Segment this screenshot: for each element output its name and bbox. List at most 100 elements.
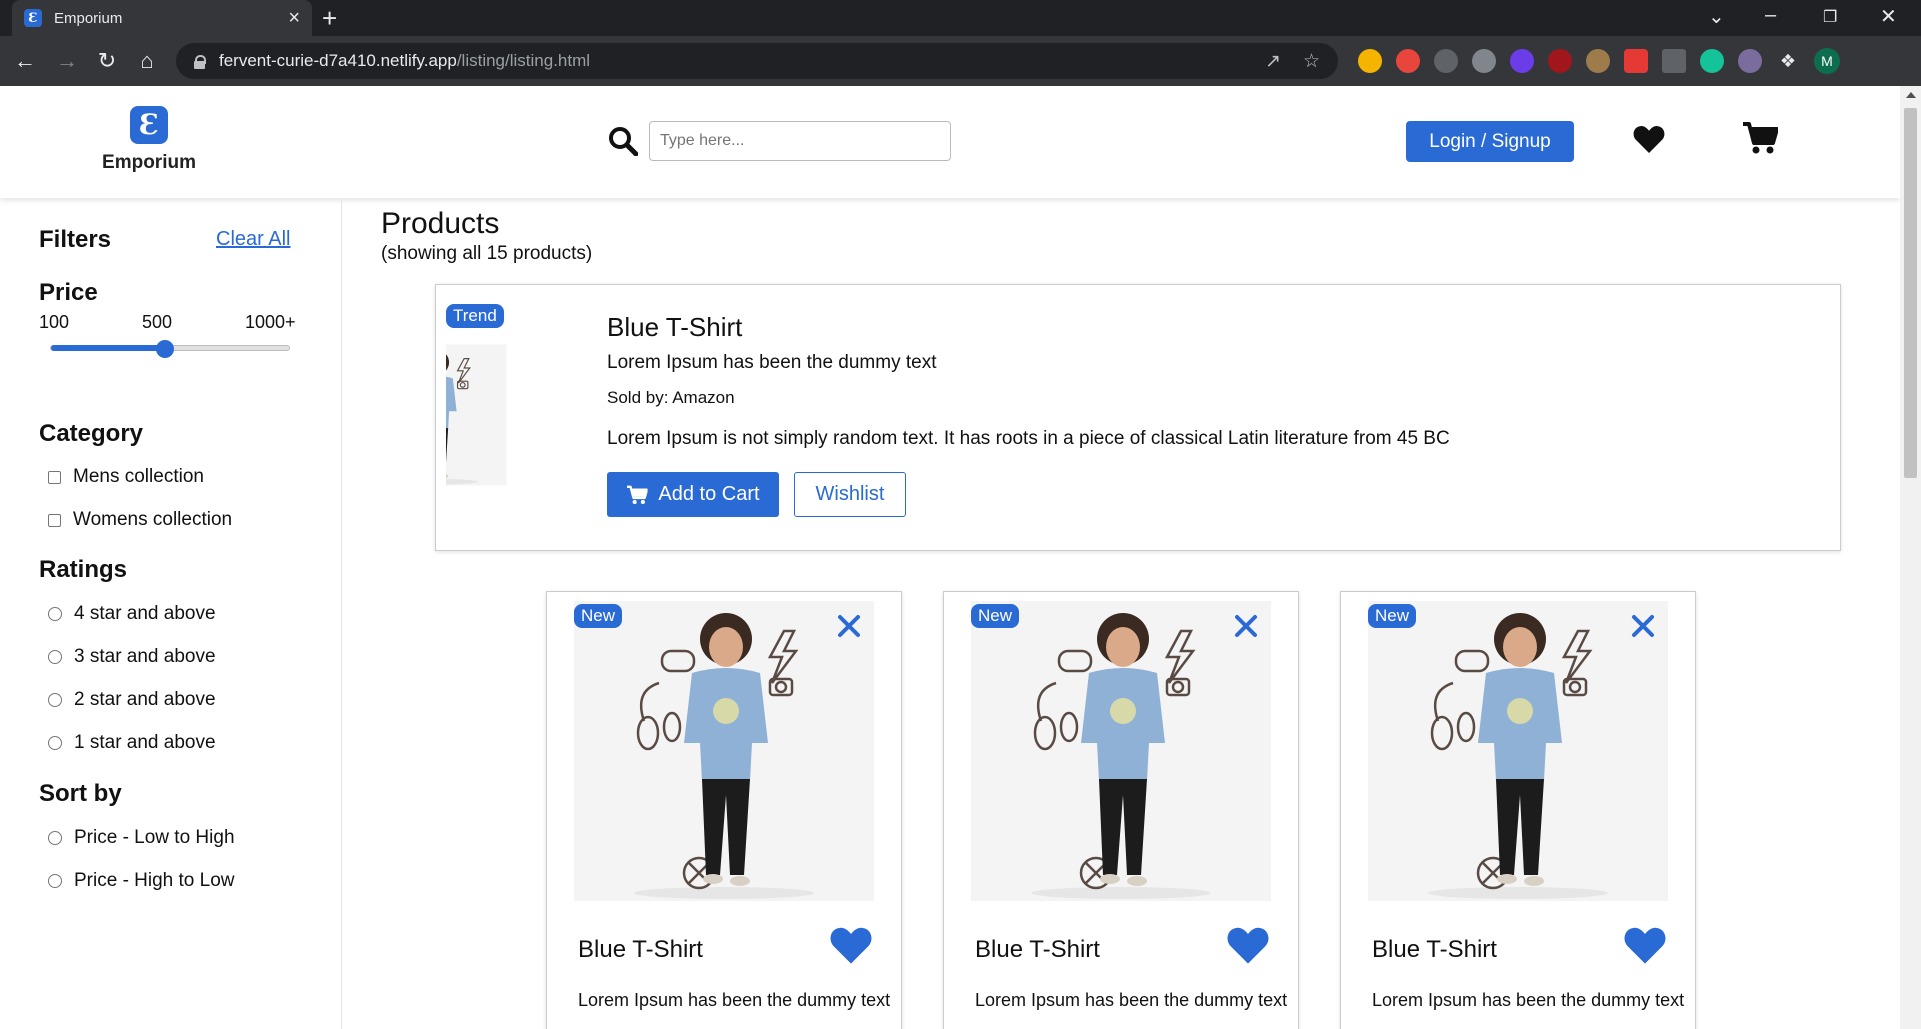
trend-badge: Trend bbox=[446, 304, 504, 328]
price-mid-label: 500 bbox=[142, 312, 173, 332]
search-icon[interactable] bbox=[608, 126, 638, 156]
logo-icon: Ɛ bbox=[130, 106, 168, 144]
product-image[interactable] bbox=[574, 601, 874, 901]
wishlist-heart-icon[interactable] bbox=[1632, 124, 1666, 154]
url-host: fervent-curie-d7a410.netlify.app bbox=[219, 51, 457, 70]
share-icon[interactable]: ↗ bbox=[1265, 50, 1281, 73]
ublock-icon[interactable] bbox=[1548, 49, 1572, 73]
login-signup-button[interactable]: Login / Signup bbox=[1406, 121, 1574, 162]
product-subtitle: Lorem Ipsum has been the dummy text bbox=[607, 352, 937, 373]
remove-close-icon[interactable] bbox=[837, 614, 861, 638]
category-option-label: Womens collection bbox=[73, 509, 233, 530]
puzzle-icon[interactable]: ❖ bbox=[1776, 49, 1800, 73]
extension-icon[interactable] bbox=[1738, 49, 1762, 73]
extension-icon[interactable] bbox=[1472, 49, 1496, 73]
rating-option-3[interactable]: 3 star and above bbox=[48, 646, 216, 668]
add-to-cart-label: Add to Cart bbox=[658, 483, 760, 505]
wishlist-heart-icon[interactable] bbox=[1226, 925, 1270, 965]
browser-tab-strip: Ɛ Emporium × + ⌄ – ❐ ✕ bbox=[0, 0, 1921, 36]
sort-radio[interactable] bbox=[48, 874, 62, 888]
rating-radio[interactable] bbox=[48, 607, 62, 621]
site-logo[interactable]: Ɛ Emporium bbox=[79, 106, 219, 174]
restore-icon[interactable]: ❐ bbox=[1823, 7, 1837, 27]
browser-tab[interactable]: Ɛ Emporium × bbox=[12, 0, 312, 36]
product-title: Blue T-Shirt bbox=[975, 936, 1100, 963]
product-image[interactable] bbox=[1368, 601, 1668, 901]
product-image[interactable] bbox=[971, 601, 1271, 901]
products-count: (showing all 15 products) bbox=[381, 243, 593, 264]
extension-icon[interactable] bbox=[1434, 49, 1458, 73]
cart-icon[interactable] bbox=[1742, 121, 1778, 155]
wishlist-button[interactable]: Wishlist bbox=[794, 472, 906, 517]
extensions-row: ❖ M bbox=[1358, 48, 1840, 74]
product-subtitle: Lorem Ipsum has been the dummy text bbox=[1372, 990, 1685, 1010]
new-tab-icon[interactable]: + bbox=[322, 4, 337, 32]
category-option-womens[interactable]: Womens collection bbox=[48, 509, 232, 531]
remove-close-icon[interactable] bbox=[1631, 614, 1655, 638]
new-badge: New bbox=[1368, 604, 1417, 628]
page-title: Products bbox=[381, 207, 500, 240]
price-max-label: 1000+ bbox=[245, 312, 296, 332]
rating-radio[interactable] bbox=[48, 650, 62, 664]
add-to-cart-button[interactable]: Add to Cart bbox=[607, 472, 779, 517]
tab-search-icon[interactable]: ⌄ bbox=[1708, 4, 1725, 29]
category-option-mens[interactable]: Mens collection bbox=[48, 466, 204, 488]
forward-icon[interactable]: → bbox=[54, 48, 80, 74]
home-icon[interactable]: ⌂ bbox=[134, 48, 160, 74]
product-card: New Blue T-Shirt Lorem Ipsum has been th… bbox=[1340, 591, 1696, 1029]
reload-icon[interactable]: ↻ bbox=[94, 48, 120, 74]
wishlist-heart-icon[interactable] bbox=[829, 925, 873, 965]
product-image[interactable] bbox=[446, 304, 587, 526]
products-area: Products (showing all 15 products) Trend… bbox=[343, 198, 1900, 1029]
rating-radio[interactable] bbox=[48, 736, 62, 750]
filters-sidebar: Filters Clear All Price 100 500 1000+ Ca… bbox=[0, 198, 342, 1029]
clear-all-link[interactable]: Clear All bbox=[216, 228, 290, 251]
price-slider[interactable] bbox=[50, 340, 290, 358]
rating-option-2[interactable]: 2 star and above bbox=[48, 689, 216, 711]
back-icon[interactable]: ← bbox=[12, 48, 38, 74]
extension-icon[interactable] bbox=[1586, 49, 1610, 73]
extension-icon[interactable] bbox=[1662, 49, 1686, 73]
price-slider-handle[interactable] bbox=[156, 340, 175, 358]
rating-option-label: 2 star and above bbox=[74, 689, 216, 710]
product-card: New Blue T-Shirt Lorem Ipsum has been th… bbox=[546, 591, 902, 1029]
product-subtitle: Lorem Ipsum has been the dummy text bbox=[975, 990, 1288, 1010]
price-title: Price bbox=[39, 279, 98, 306]
remove-close-icon[interactable] bbox=[1234, 614, 1258, 638]
price-slider-fill bbox=[51, 345, 166, 351]
extension-icon[interactable] bbox=[1358, 49, 1382, 73]
sort-option-high-low[interactable]: Price - High to Low bbox=[48, 870, 235, 892]
sort-option-low-high[interactable]: Price - Low to High bbox=[48, 827, 235, 849]
product-title: Blue T-Shirt bbox=[607, 312, 743, 342]
category-title: Category bbox=[39, 420, 144, 447]
sort-option-label: Price - Low to High bbox=[74, 827, 235, 848]
rating-option-1[interactable]: 1 star and above bbox=[48, 732, 216, 754]
close-tab-icon[interactable]: × bbox=[288, 7, 300, 30]
address-bar[interactable]: fervent-curie-d7a410.netlify.app/listing… bbox=[176, 43, 1338, 79]
profile-avatar[interactable]: M bbox=[1814, 48, 1840, 74]
page-scrollbar[interactable] bbox=[1900, 86, 1921, 1029]
product-title: Blue T-Shirt bbox=[578, 936, 703, 963]
lock-icon bbox=[194, 54, 206, 69]
grammarly-icon[interactable] bbox=[1700, 49, 1724, 73]
close-window-icon[interactable]: ✕ bbox=[1880, 4, 1897, 29]
scroll-up-arrow-icon[interactable] bbox=[1906, 92, 1916, 98]
new-badge: New bbox=[971, 604, 1020, 628]
rating-radio[interactable] bbox=[48, 693, 62, 707]
bookmark-star-icon[interactable]: ☆ bbox=[1303, 50, 1320, 73]
logo-text: Emporium bbox=[102, 152, 196, 173]
filters-title: Filters bbox=[39, 226, 112, 253]
minimize-icon[interactable]: – bbox=[1765, 4, 1776, 27]
extension-icon[interactable] bbox=[1624, 49, 1648, 73]
product-description: Lorem Ipsum is not simply random text. I… bbox=[607, 428, 1450, 449]
rating-option-4[interactable]: 4 star and above bbox=[48, 603, 216, 625]
search-input[interactable] bbox=[649, 121, 951, 161]
new-badge: New bbox=[574, 604, 623, 628]
extension-icon[interactable] bbox=[1510, 49, 1534, 73]
womens-checkbox[interactable] bbox=[48, 513, 61, 527]
sort-radio[interactable] bbox=[48, 831, 62, 845]
scrollbar-thumb[interactable] bbox=[1904, 108, 1917, 478]
extension-icon[interactable] bbox=[1396, 49, 1420, 73]
wishlist-heart-icon[interactable] bbox=[1623, 925, 1667, 965]
mens-checkbox[interactable] bbox=[48, 470, 61, 484]
